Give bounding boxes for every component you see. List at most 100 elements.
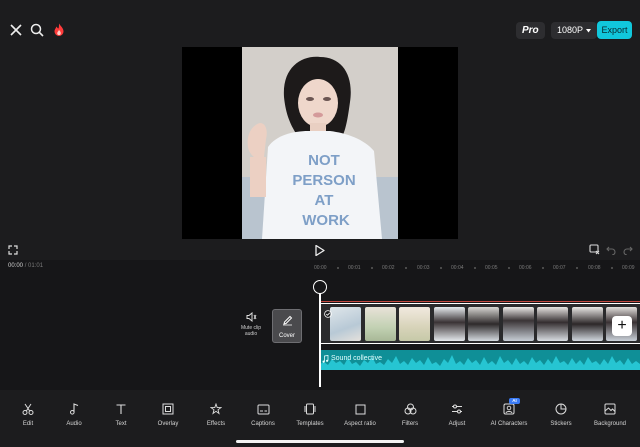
- scissors-icon: [14, 402, 42, 416]
- templates-icon: [292, 402, 328, 416]
- ruler-dot: [337, 267, 339, 269]
- clip-thumbnail: [572, 307, 603, 341]
- tool-stickers[interactable]: Stickers: [546, 402, 576, 432]
- tool-adjust[interactable]: Adjust: [443, 402, 471, 432]
- fullscreen-icon[interactable]: [8, 245, 18, 255]
- stickers-icon: [546, 402, 576, 416]
- shirt-text-line-2: PERSON: [292, 172, 355, 189]
- ruler-label: 00:05: [485, 265, 498, 271]
- captions-icon: [246, 402, 280, 416]
- effects-icon: [200, 402, 232, 416]
- add-clip-button[interactable]: +: [612, 316, 632, 336]
- search-icon[interactable]: [28, 21, 46, 39]
- tool-label: Filters: [401, 421, 419, 427]
- tool-captions[interactable]: Captions: [246, 402, 280, 432]
- tool-effects[interactable]: Effects: [200, 402, 232, 432]
- tool-edit[interactable]: Edit: [14, 402, 42, 432]
- video-clip-track[interactable]: [320, 303, 640, 344]
- tool-aspect-ratio[interactable]: Aspect ratio: [340, 402, 380, 432]
- music-note-icon: [60, 402, 88, 416]
- tool-label: AI Characters: [490, 421, 528, 427]
- resolution-button[interactable]: 1080P: [551, 22, 598, 39]
- ruler-dot: [371, 267, 373, 269]
- clip-thumbnail: [537, 307, 568, 341]
- tool-overlay[interactable]: Overlay: [152, 402, 184, 432]
- ruler-label: 00:03: [417, 265, 430, 271]
- cover-button[interactable]: Cover: [272, 309, 302, 343]
- current-time: 00:00: [8, 263, 24, 269]
- tool-label: Aspect ratio: [344, 421, 376, 427]
- adjust-icon: [443, 402, 471, 416]
- tool-label: Text: [115, 421, 127, 427]
- resolution-label: 1080P: [557, 25, 584, 35]
- tool-label: Edit: [22, 421, 34, 427]
- video-frame-illustration: NOT PERSON AT WORK: [242, 47, 398, 239]
- tool-ai-characters[interactable]: AI Characters: [488, 402, 530, 432]
- music-note-small-icon: [322, 355, 329, 363]
- shirt-text-line-3: AT: [315, 192, 334, 209]
- redo-icon[interactable]: [623, 245, 633, 255]
- tool-label: Templates: [296, 421, 324, 427]
- flame-icon[interactable]: [50, 21, 68, 39]
- ruler-dot: [474, 267, 476, 269]
- ruler-dot: [440, 267, 442, 269]
- ruler-label: 00:06: [519, 265, 532, 271]
- clip-thumbnail: [399, 307, 430, 341]
- play-icon[interactable]: [315, 245, 325, 256]
- clip-check-icon: [324, 310, 332, 318]
- ai-badge: AI: [509, 398, 520, 404]
- clip-thumbnail: [365, 307, 396, 341]
- clip-thumbnail: [503, 307, 534, 341]
- ruler-label: 00:00: [314, 265, 327, 271]
- pro-badge[interactable]: Pro: [516, 22, 545, 39]
- export-button[interactable]: Export: [597, 21, 632, 39]
- audio-track-label: Sound collective: [331, 355, 382, 362]
- shirt-text-line-1: NOT: [308, 152, 340, 169]
- home-indicator: [236, 440, 404, 443]
- ruler-dot: [611, 267, 613, 269]
- background-icon: [590, 402, 630, 416]
- playhead-handle[interactable]: [313, 280, 327, 294]
- text-icon: [107, 402, 135, 416]
- tool-label: Background: [593, 421, 627, 427]
- tool-label: Adjust: [448, 421, 466, 427]
- filters-icon: [396, 402, 424, 416]
- tool-templates[interactable]: Templates: [292, 402, 328, 432]
- ruler-dot: [576, 267, 578, 269]
- tool-audio[interactable]: Audio: [60, 402, 88, 432]
- keyframe-icon[interactable]: [589, 244, 601, 256]
- ai-characters-icon: [488, 402, 530, 416]
- ruler-label: 00:08: [588, 265, 601, 271]
- mute-clip-audio-button[interactable]: Mute clip audio: [239, 312, 263, 344]
- preview-canvas[interactable]: NOT PERSON AT WORK: [182, 47, 458, 239]
- clip-thumbnail: [468, 307, 499, 341]
- ruler-label: 00:02: [382, 265, 395, 271]
- tool-label: Audio: [66, 421, 82, 427]
- total-time: 01:01: [28, 263, 44, 269]
- tool-text[interactable]: Text: [107, 402, 135, 432]
- clip-marker-line: [320, 301, 640, 302]
- tool-label: Captions: [251, 421, 275, 427]
- tool-filters[interactable]: Filters: [396, 402, 424, 432]
- playhead[interactable]: [319, 281, 321, 387]
- undo-icon[interactable]: [606, 245, 616, 255]
- speaker-icon: [239, 312, 263, 322]
- shirt-text-line-4: WORK: [302, 212, 350, 229]
- tool-background[interactable]: Background: [590, 402, 630, 432]
- clip-thumbnail: [434, 307, 465, 341]
- ruler-label: 00:09: [622, 265, 635, 271]
- timecode: 00:00 / 01:01: [8, 263, 44, 269]
- cover-label: Cover: [278, 333, 295, 339]
- overlay-icon: [152, 402, 184, 416]
- tool-label: Overlay: [157, 421, 179, 427]
- aspect-ratio-icon: [340, 402, 380, 416]
- ruler-label: 00:04: [451, 265, 464, 271]
- tool-label: Effects: [206, 421, 226, 427]
- ruler-dot: [405, 267, 407, 269]
- tool-label: Stickers: [550, 421, 572, 427]
- close-icon[interactable]: [7, 21, 25, 39]
- ruler-label: 00:07: [553, 265, 566, 271]
- video-preview: NOT PERSON AT WORK: [242, 47, 398, 239]
- ruler-dot: [508, 267, 510, 269]
- caret-down-icon: [586, 28, 592, 33]
